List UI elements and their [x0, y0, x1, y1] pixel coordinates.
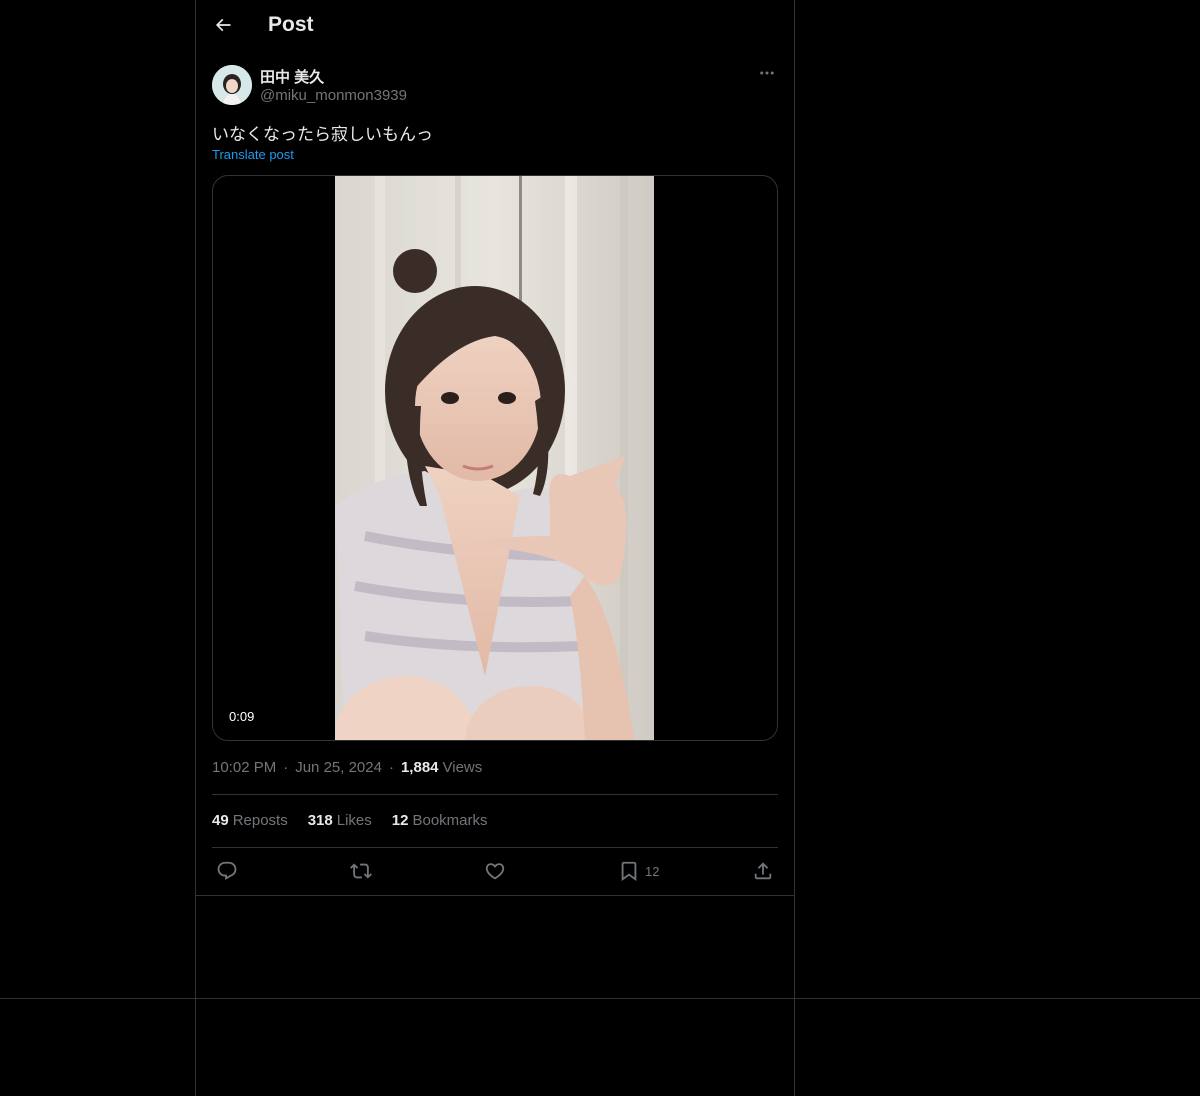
translate-post-link[interactable]: Translate post: [212, 147, 294, 162]
post-meta: 10:02 PM · Jun 25, 2024 · 1,884 Views: [212, 759, 482, 776]
share-icon: [752, 860, 774, 882]
post-time[interactable]: 10:02 PM: [212, 759, 276, 776]
back-button[interactable]: [206, 10, 240, 44]
views-count: 1,884: [400, 759, 439, 776]
author-handle[interactable]: @miku_monmon3939: [260, 87, 407, 104]
arrow-left-icon: [213, 15, 233, 40]
right-column-border: [794, 0, 795, 1096]
author-name[interactable]: 田中 美久: [260, 66, 324, 87]
reply-button[interactable]: [216, 858, 238, 884]
likes-label: Likes: [336, 812, 372, 829]
post-text: いなくなったら寂しいもんっ: [212, 125, 433, 144]
like-icon: [484, 860, 506, 882]
views-label: Views: [442, 759, 483, 776]
bookmark-icon: [618, 860, 640, 882]
page-title: Post: [268, 13, 314, 36]
avatar[interactable]: [212, 65, 252, 105]
bookmark-count: 12: [645, 863, 660, 879]
likes-count: 318: [307, 812, 333, 829]
video-player[interactable]: 0:09: [212, 175, 778, 741]
repost-icon: [350, 860, 372, 882]
divider: [212, 794, 778, 795]
meta-separator: ·: [388, 759, 394, 776]
post-date[interactable]: Jun 25, 2024: [295, 759, 382, 776]
reposts-count: 49: [212, 812, 229, 829]
repost-button[interactable]: [350, 858, 372, 884]
more-icon: [758, 64, 776, 87]
like-button[interactable]: [484, 858, 506, 884]
reply-icon: [216, 860, 238, 882]
bookmarks-stat[interactable]: 12 Bookmarks: [392, 812, 488, 829]
reposts-label: Reposts: [232, 812, 288, 829]
more-options-button[interactable]: [752, 62, 782, 88]
divider: [212, 847, 778, 848]
bookmarks-label: Bookmarks: [412, 812, 488, 829]
share-button[interactable]: [752, 858, 774, 884]
bottom-divider: [0, 998, 1200, 999]
meta-separator: ·: [283, 759, 289, 776]
video-frame: [335, 176, 654, 740]
bookmark-button[interactable]: 12: [618, 858, 659, 884]
bookmarks-count: 12: [391, 812, 409, 829]
likes-stat[interactable]: 318 Likes: [308, 812, 372, 829]
video-duration: 0:09: [223, 708, 261, 725]
reposts-stat[interactable]: 49 Reposts: [212, 812, 288, 829]
page: Post 田中 美久 @miku_monmon3939 いなくなったら寂しいもん…: [0, 0, 1200, 1096]
post-column: Post 田中 美久 @miku_monmon3939 いなくなったら寂しいもん…: [196, 0, 794, 896]
action-bar: 12: [212, 856, 778, 886]
post-stats: 49 Reposts 318 Likes 12 Bookmarks: [212, 812, 508, 829]
header: Post: [196, 0, 794, 54]
